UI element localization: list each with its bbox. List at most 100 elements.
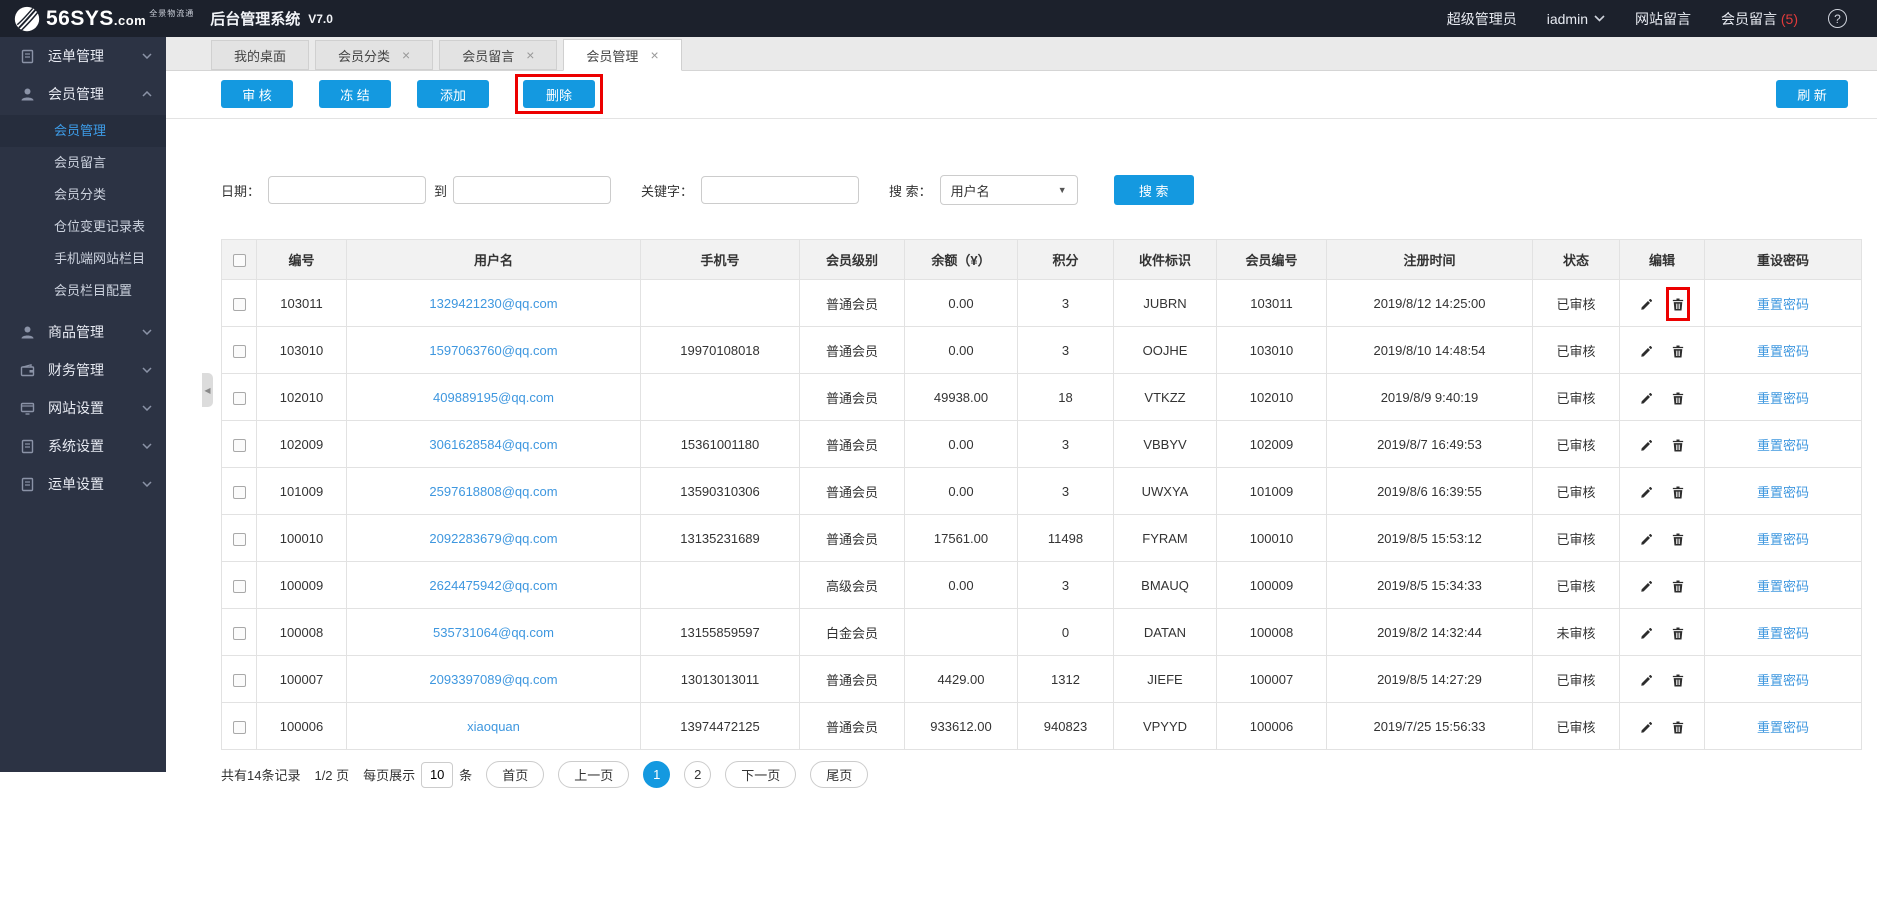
- reset-password-link[interactable]: 重置密码: [1705, 656, 1862, 703]
- search-type-select[interactable]: 用户名 ▼: [940, 175, 1078, 205]
- edit-icon[interactable]: [1640, 580, 1653, 593]
- help-icon[interactable]: ?: [1828, 9, 1847, 28]
- tab-member-mgmt[interactable]: 会员管理×: [563, 39, 681, 71]
- sidebar-item-warehouse-change-log[interactable]: 仓位变更记录表: [0, 211, 166, 243]
- reset-password-link[interactable]: 重置密码: [1705, 562, 1862, 609]
- sidebar-item-site-settings[interactable]: 网站设置: [0, 389, 166, 427]
- tab-member-category[interactable]: 会员分类×: [315, 40, 433, 70]
- cell-id: 101009: [257, 468, 347, 515]
- delete-icon[interactable]: [1672, 533, 1684, 546]
- cell-phone: 13013013011: [641, 656, 800, 703]
- delete-icon[interactable]: [1672, 721, 1684, 734]
- row-checkbox[interactable]: [233, 345, 246, 358]
- date-from-input[interactable]: [268, 176, 426, 204]
- username-link[interactable]: 1329421230@qq.com: [347, 280, 641, 327]
- delete-icon[interactable]: [1672, 345, 1684, 358]
- username-link[interactable]: 2624475942@qq.com: [347, 562, 641, 609]
- row-checkbox[interactable]: [233, 580, 246, 593]
- username-link[interactable]: 535731064@qq.com: [347, 609, 641, 656]
- prev-page-button[interactable]: 上一页: [558, 761, 629, 788]
- reset-password-link[interactable]: 重置密码: [1705, 468, 1862, 515]
- edit-icon[interactable]: [1640, 392, 1653, 405]
- edit-icon[interactable]: [1640, 627, 1653, 640]
- sidebar-item-finance-mgmt[interactable]: 财务管理: [0, 351, 166, 389]
- reset-password-link[interactable]: 重置密码: [1705, 327, 1862, 374]
- sidebar-item-system-settings[interactable]: 系统设置: [0, 427, 166, 465]
- row-checkbox[interactable]: [233, 298, 246, 311]
- page-number-1[interactable]: 1: [643, 761, 670, 788]
- per-page-input[interactable]: [421, 762, 453, 788]
- delete-icon[interactable]: [1672, 298, 1684, 311]
- sidebar-item-member-mgmt[interactable]: 会员管理: [0, 75, 166, 113]
- edit-icon[interactable]: [1640, 721, 1653, 734]
- member-messages-link[interactable]: 会员留言 (5): [1721, 9, 1798, 29]
- delete-icon[interactable]: [1672, 392, 1684, 405]
- delete-icon[interactable]: [1672, 627, 1684, 640]
- site-messages-link[interactable]: 网站留言: [1635, 9, 1691, 29]
- reset-password-link[interactable]: 重置密码: [1705, 515, 1862, 562]
- sidebar-item-mobile-site-columns[interactable]: 手机端网站栏目: [0, 243, 166, 275]
- cell-id: 103010: [257, 327, 347, 374]
- reset-password-link[interactable]: 重置密码: [1705, 421, 1862, 468]
- user-menu[interactable]: iadmin: [1547, 11, 1605, 27]
- row-checkbox[interactable]: [233, 627, 246, 640]
- username-link[interactable]: 2597618808@qq.com: [347, 468, 641, 515]
- edit-icon[interactable]: [1640, 533, 1653, 546]
- row-checkbox[interactable]: [233, 721, 246, 734]
- reset-password-link[interactable]: 重置密码: [1705, 280, 1862, 327]
- document-icon: [20, 439, 36, 454]
- edit-icon[interactable]: [1640, 486, 1653, 499]
- col-reg-time: 注册时间: [1327, 240, 1533, 280]
- close-icon[interactable]: ×: [526, 48, 534, 62]
- username: iadmin: [1547, 11, 1588, 27]
- first-page-button[interactable]: 首页: [486, 761, 544, 788]
- row-checkbox[interactable]: [233, 674, 246, 687]
- sidebar-item-waybill-settings[interactable]: 运单设置: [0, 465, 166, 503]
- next-page-button[interactable]: 下一页: [725, 761, 796, 788]
- close-icon[interactable]: ×: [650, 48, 658, 62]
- refresh-button[interactable]: 刷 新: [1776, 80, 1848, 108]
- close-icon[interactable]: ×: [402, 48, 410, 62]
- delete-icon[interactable]: [1672, 439, 1684, 452]
- username-link[interactable]: 2093397089@qq.com: [347, 656, 641, 703]
- table-row: 103010 1597063760@qq.com 19970108018 普通会…: [222, 327, 1862, 374]
- audit-button[interactable]: 审 核: [221, 80, 293, 108]
- sidebar-item-waybill-mgmt[interactable]: 运单管理: [0, 37, 166, 75]
- sidebar-item-member-messages[interactable]: 会员留言: [0, 147, 166, 179]
- delete-icon[interactable]: [1672, 674, 1684, 687]
- keyword-input[interactable]: [701, 176, 859, 204]
- username-link[interactable]: 409889195@qq.com: [347, 374, 641, 421]
- reset-password-link[interactable]: 重置密码: [1705, 703, 1862, 750]
- username-link[interactable]: xiaoquan: [347, 703, 641, 750]
- select-all-checkbox[interactable]: [233, 254, 246, 267]
- reset-password-link[interactable]: 重置密码: [1705, 609, 1862, 656]
- username-link[interactable]: 2092283679@qq.com: [347, 515, 641, 562]
- edit-icon[interactable]: [1640, 674, 1653, 687]
- username-link[interactable]: 1597063760@qq.com: [347, 327, 641, 374]
- sidebar-item-product-mgmt[interactable]: 商品管理: [0, 313, 166, 351]
- sidebar-collapse-handle[interactable]: ◀: [202, 373, 213, 407]
- username-link[interactable]: 3061628584@qq.com: [347, 421, 641, 468]
- freeze-button[interactable]: 冻 结: [319, 80, 391, 108]
- delete-icon[interactable]: [1672, 486, 1684, 499]
- add-button[interactable]: 添加: [417, 80, 489, 108]
- reset-password-link[interactable]: 重置密码: [1705, 374, 1862, 421]
- row-checkbox[interactable]: [233, 392, 246, 405]
- tab-my-desktop[interactable]: 我的桌面: [211, 40, 309, 70]
- delete-icon[interactable]: [1672, 580, 1684, 593]
- edit-icon[interactable]: [1640, 439, 1653, 452]
- edit-icon[interactable]: [1640, 298, 1653, 311]
- edit-icon[interactable]: [1640, 345, 1653, 358]
- tab-member-messages[interactable]: 会员留言×: [439, 40, 557, 70]
- sidebar-item-member-column-config[interactable]: 会员栏目配置: [0, 275, 166, 307]
- row-checkbox[interactable]: [233, 486, 246, 499]
- sidebar-item-member-list[interactable]: 会员管理: [0, 115, 166, 147]
- last-page-button[interactable]: 尾页: [810, 761, 868, 788]
- sidebar-item-member-category[interactable]: 会员分类: [0, 179, 166, 211]
- row-checkbox[interactable]: [233, 439, 246, 452]
- page-number-2[interactable]: 2: [684, 761, 711, 788]
- date-to-input[interactable]: [453, 176, 611, 204]
- row-checkbox[interactable]: [233, 533, 246, 546]
- delete-button[interactable]: 删除: [523, 80, 595, 108]
- search-button[interactable]: 搜 索: [1114, 175, 1194, 205]
